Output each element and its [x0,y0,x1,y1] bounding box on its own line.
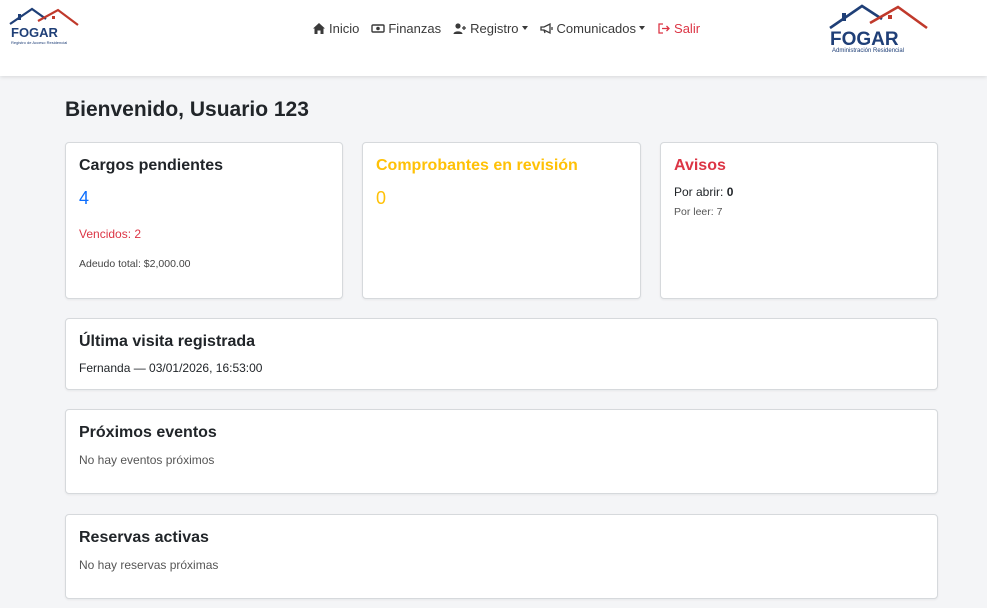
nav-label-salir: Salir [674,20,701,36]
overdue-count: Vencidos: 2 [79,227,142,241]
nav-label-comunicados: Comunicados [556,20,637,36]
small-logo-text: FOGAR [11,25,59,40]
page-title: Bienvenido, Usuario 123 [65,98,309,121]
nav-label-registro: Registro [470,20,519,36]
big-logo-text: FOGAR [830,29,899,50]
card-upcoming-events: Próximos eventos No hay eventos próximos [65,409,938,494]
fogar-logo-big[interactable]: FOGAR Administración Residencial [826,2,932,56]
chevron-down-icon [639,26,646,30]
house-roof-icon: FOGAR Registro de Acceso Residencial [9,7,79,45]
user-plus-icon [453,22,467,34]
megaphone-icon [539,22,553,34]
home-icon [313,22,325,34]
nav-item-salir[interactable]: Salir [657,21,700,36]
card-receipts-review: Comprobantes en revisión 0 [362,142,641,299]
review-count: 0 [376,188,387,208]
card-active-reservations: Reservas activas No hay reservas próxima… [65,514,938,599]
main-nav: Inicio Finanzas Registro Comunicados Sal… [312,18,712,38]
logout-icon [658,22,670,34]
reservations-text: No hay reservas próximas [79,558,219,572]
to-open-value: 0 [726,185,734,199]
chevron-down-icon [521,26,528,30]
nav-item-comunicados[interactable]: Comunicados [539,20,646,36]
nav-item-inicio[interactable]: Inicio [312,21,359,36]
top-navbar: FOGAR Registro de Acceso Residencial Ini… [0,0,987,76]
money-icon [371,23,386,33]
card-title: Cargos pendientes [79,157,224,174]
big-logo-tagline: Administración Residencial [832,48,904,54]
card-notices: Avisos Por abrir: 0 Por leer: 7 [660,142,938,299]
nav-item-finanzas[interactable]: Finanzas [371,21,441,36]
fogar-logo-small[interactable]: FOGAR Registro de Acceso Residencial [8,6,80,46]
last-visit-text: Fernanda — 03/01/2026, 16:53:00 [79,361,263,375]
small-logo-tagline: Registro de Acceso Residencial [11,40,67,45]
card-title: Comprobantes en revisión [376,157,578,174]
notices-to-read: Por leer: 7 [674,206,723,218]
to-open-label: Por abrir: [674,185,724,199]
card-title: Última visita registrada [79,333,256,350]
nav-label-inicio: Inicio [329,20,360,36]
total-debt: Adeudo total: $2,000.00 [79,258,191,270]
card-title: Reservas activas [79,529,209,546]
card-last-visit: Última visita registrada Fernanda — 03/0… [65,318,938,390]
notices-to-open: Por abrir: 0 [674,185,733,199]
card-title: Avisos [674,157,726,174]
card-title: Próximos eventos [79,424,217,441]
nav-item-registro[interactable]: Registro [453,20,528,36]
pending-count: 4 [79,188,90,208]
events-text: No hay eventos próximos [79,453,215,467]
nav-label-finanzas: Finanzas [388,20,442,36]
house-roof-icon: FOGAR Administración Residencial [829,4,928,54]
card-pending-charges: Cargos pendientes 4 Vencidos: 2 Adeudo t… [65,142,343,299]
